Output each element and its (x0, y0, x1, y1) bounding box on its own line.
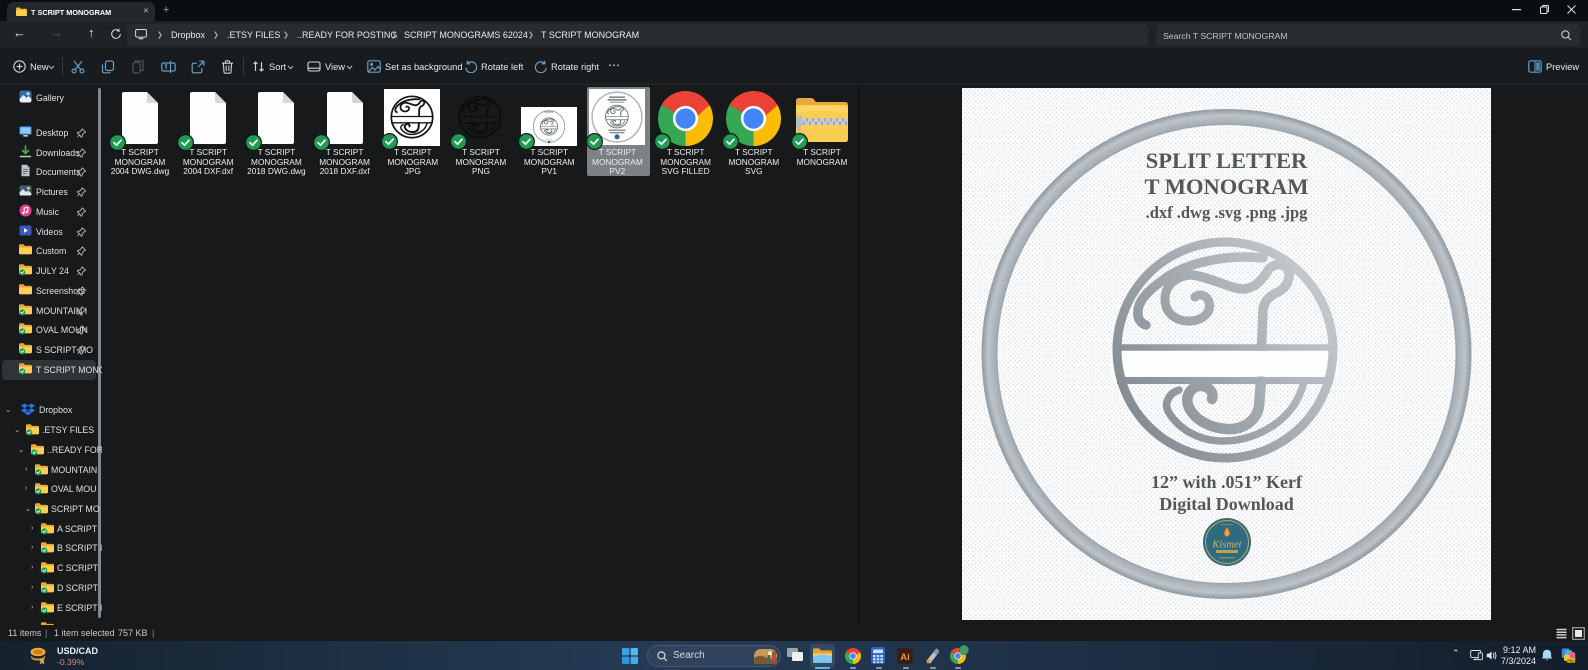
svg-text:Ai: Ai (900, 652, 910, 663)
svg-text:Kismet: Kismet (1211, 540, 1242, 551)
svg-text:PRO: PRO (1567, 658, 1575, 662)
